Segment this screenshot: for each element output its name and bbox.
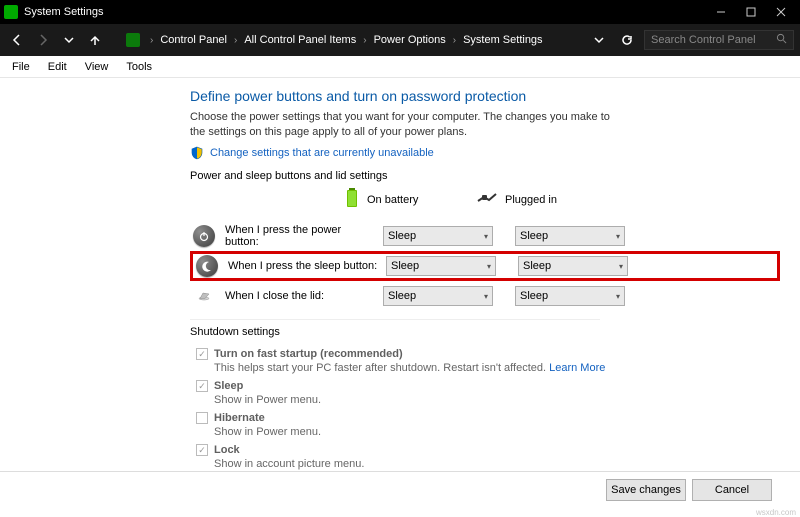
page-description: Choose the power settings that you want … [190, 110, 620, 140]
menu-edit[interactable]: Edit [40, 59, 75, 75]
row-power-button: When I press the power button: Sleep▾ Sl… [190, 221, 780, 251]
learn-more-link[interactable]: Learn More [549, 362, 605, 374]
sleep-battery-select[interactable]: Sleep▾ [386, 256, 496, 276]
shutdown-hibernate: Hibernate Show in Power menu. [190, 410, 780, 442]
search-icon [776, 33, 787, 47]
menu-tools[interactable]: Tools [118, 59, 160, 75]
title-bar: System Settings [0, 0, 800, 24]
row-lid: When I close the lid: Sleep▾ Sleep▾ [190, 281, 780, 311]
breadcrumb-item[interactable]: System Settings [462, 31, 543, 49]
section-power-sleep-title: Power and sleep buttons and lid settings [190, 170, 780, 182]
page-heading: Define power buttons and turn on passwor… [190, 88, 780, 104]
column-headers: On battery Plugged in [345, 188, 780, 211]
sleep-plugged-select[interactable]: Sleep▾ [518, 256, 628, 276]
fast-startup-checkbox[interactable] [196, 348, 208, 360]
menu-view[interactable]: View [77, 59, 117, 75]
sleep-checkbox[interactable] [196, 380, 208, 392]
lock-checkbox[interactable] [196, 444, 208, 456]
close-button[interactable] [766, 1, 796, 23]
col-plugged-label: Plugged in [505, 194, 557, 206]
breadcrumb-item[interactable]: Power Options [373, 31, 447, 49]
back-button[interactable] [6, 29, 28, 51]
content-area: Define power buttons and turn on passwor… [0, 78, 800, 474]
forward-button[interactable] [32, 29, 54, 51]
chevron-down-icon: ▾ [619, 262, 623, 271]
shutdown-lock: Lock Show in account picture menu. [190, 442, 780, 474]
cancel-button[interactable]: Cancel [692, 479, 772, 501]
save-button[interactable]: Save changes [606, 479, 686, 501]
chevron-down-icon: ▾ [487, 262, 491, 271]
power-icon [191, 223, 217, 249]
sleep-icon [194, 253, 220, 279]
row-sleep-button: When I press the sleep button: Sleep▾ Sl… [190, 251, 780, 281]
chevron-down-icon: ▾ [484, 292, 488, 301]
section-shutdown-title: Shutdown settings [190, 326, 780, 338]
chevron-down-icon: ▾ [484, 232, 488, 241]
search-placeholder: Search Control Panel [651, 34, 756, 46]
menu-file[interactable]: File [4, 59, 38, 75]
change-settings-link[interactable]: Change settings that are currently unava… [210, 147, 434, 159]
lid-battery-select[interactable]: Sleep▾ [383, 286, 493, 306]
footer-bar: Save changes Cancel [0, 471, 800, 507]
row-power-label: When I press the power button: [225, 224, 375, 248]
watermark: wsxdn.com [756, 508, 796, 517]
minimize-button[interactable] [706, 1, 736, 23]
menu-bar: File Edit View Tools [0, 56, 800, 78]
search-input[interactable]: Search Control Panel [644, 30, 794, 50]
maximize-button[interactable] [736, 1, 766, 23]
row-lid-label: When I close the lid: [225, 290, 375, 302]
recent-button[interactable] [58, 29, 80, 51]
power-battery-select[interactable]: Sleep▾ [383, 226, 493, 246]
lid-icon [191, 283, 217, 309]
shield-icon [190, 146, 204, 160]
window-title: System Settings [24, 6, 706, 18]
chevron-down-icon: ▾ [616, 292, 620, 301]
navigation-bar: › Control Panel › All Control Panel Item… [0, 24, 800, 56]
control-panel-icon [126, 33, 140, 47]
battery-icon [345, 188, 359, 211]
col-battery-label: On battery [367, 194, 418, 206]
plug-icon [477, 191, 497, 208]
refresh-button[interactable] [616, 29, 638, 51]
up-button[interactable] [84, 29, 106, 51]
shutdown-fast-startup: Turn on fast startup (recommended) This … [190, 346, 780, 378]
power-plugged-select[interactable]: Sleep▾ [515, 226, 625, 246]
breadcrumb-item[interactable]: Control Panel [159, 31, 228, 49]
row-sleep-label: When I press the sleep button: [228, 260, 378, 272]
chevron-down-icon: ▾ [616, 232, 620, 241]
shutdown-sleep: Sleep Show in Power menu. [190, 378, 780, 410]
hibernate-checkbox[interactable] [196, 412, 208, 424]
breadcrumb-item[interactable]: All Control Panel Items [243, 31, 357, 49]
breadcrumb-dropdown[interactable] [588, 29, 610, 51]
lid-plugged-select[interactable]: Sleep▾ [515, 286, 625, 306]
app-icon [4, 5, 18, 19]
